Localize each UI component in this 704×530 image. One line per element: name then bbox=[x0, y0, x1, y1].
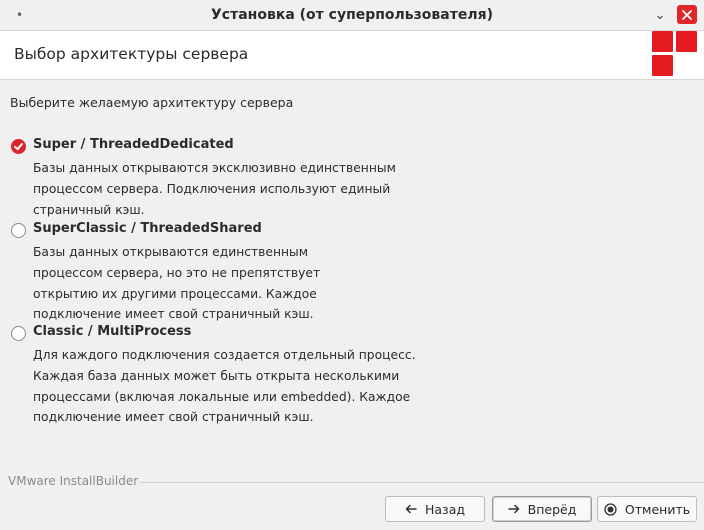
option-label[interactable]: SuperClassic / ThreadedShared bbox=[33, 221, 262, 236]
installer-brand: VMware InstallBuilder bbox=[8, 474, 139, 488]
next-label: Вперёд bbox=[527, 501, 577, 517]
radio-unchecked-icon[interactable] bbox=[11, 326, 26, 341]
option-description: Базы данных открываются единственным про… bbox=[33, 245, 321, 322]
cancel-label: Отменить bbox=[624, 501, 691, 517]
window-menu-icon[interactable]: • bbox=[16, 8, 23, 22]
footer-divider bbox=[140, 482, 704, 483]
close-icon bbox=[682, 9, 692, 20]
installer-logo bbox=[652, 31, 698, 77]
close-button[interactable] bbox=[677, 5, 697, 24]
instruction-text: Выберите желаемую архитектуру сервера bbox=[10, 95, 294, 110]
radio-checked-icon[interactable] bbox=[11, 139, 26, 154]
next-button[interactable]: Вперёд bbox=[492, 496, 592, 522]
arrow-left-icon bbox=[405, 504, 417, 514]
back-button[interactable]: Назад bbox=[385, 496, 485, 522]
window-title: Установка (от суперпользователя) bbox=[211, 7, 493, 23]
title-bar: • Установка (от суперпользователя) ⌄ bbox=[0, 0, 704, 30]
radio-unchecked-icon[interactable] bbox=[11, 223, 26, 238]
content-area: Выберите желаемую архитектуру сервера Su… bbox=[0, 81, 704, 471]
arrow-right-icon bbox=[507, 504, 520, 514]
option-label[interactable]: Classic / MultiProcess bbox=[33, 324, 191, 339]
minimize-icon[interactable]: ⌄ bbox=[650, 5, 670, 25]
cancel-button[interactable]: Отменить bbox=[597, 496, 697, 522]
back-label: Назад bbox=[424, 501, 465, 517]
option-description: Для каждого подключения создается отдель… bbox=[33, 348, 416, 425]
page-title: Выбор архитектуры сервера bbox=[14, 45, 249, 63]
option-label[interactable]: Super / ThreadedDedicated bbox=[33, 137, 234, 152]
page-header: Выбор архитектуры сервера bbox=[0, 30, 704, 80]
stop-icon bbox=[604, 502, 617, 516]
option-description: Базы данных открываются эксклюзивно един… bbox=[33, 161, 396, 217]
